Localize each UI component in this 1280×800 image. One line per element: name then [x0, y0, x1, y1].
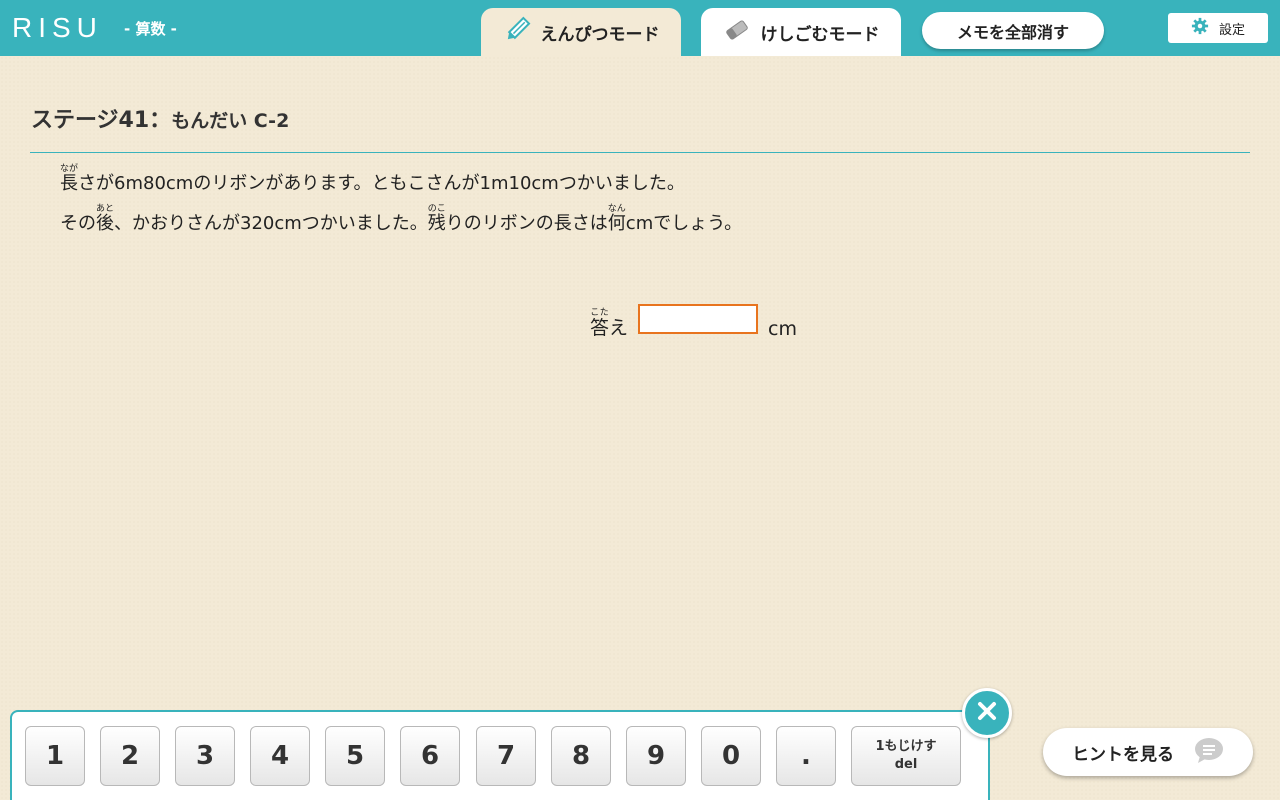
- ruby-nan: 何なん: [607, 204, 626, 234]
- eraser-icon: [723, 16, 751, 49]
- ruby-naga: 長なが: [60, 164, 79, 194]
- number-keypad: 1 2 3 4 5 6 7 8 9 0 . 1もじけす del: [10, 710, 990, 800]
- delete-key-label: 1もじけす: [875, 739, 937, 754]
- subject-label: - 算数 -: [124, 20, 177, 38]
- eraser-mode-tab[interactable]: けしごむモード: [701, 8, 901, 56]
- answer-label: 答こたえ: [590, 308, 629, 339]
- question-line-2-part-1: その: [60, 213, 96, 234]
- pencil-mode-label: えんぴつモード: [540, 24, 660, 45]
- key-0[interactable]: 0: [701, 726, 761, 786]
- answer-input[interactable]: [638, 304, 759, 334]
- delete-key[interactable]: 1もじけす del: [851, 726, 961, 786]
- question-line-2-part-3: りのリボンの長さは: [445, 213, 608, 234]
- hint-button[interactable]: ヒントを見る: [1043, 728, 1253, 776]
- stage-title: ステージ41：もんだい C-2: [31, 102, 289, 134]
- settings-button[interactable]: 設定: [1168, 13, 1268, 43]
- settings-label: 設定: [1218, 22, 1245, 38]
- ruby-ato: 後あと: [96, 204, 115, 234]
- answer-row: 答こたえ cm: [590, 300, 797, 340]
- pencil-icon: [503, 16, 531, 49]
- gear-icon: [1191, 17, 1209, 39]
- hint-label: ヒントを見る: [1072, 744, 1174, 765]
- key-5[interactable]: 5: [325, 726, 385, 786]
- key-3[interactable]: 3: [175, 726, 235, 786]
- delete-key-sub: del: [894, 757, 918, 772]
- question-line-1-text: さが6m80cmのリボンがあります。ともこさんが1m10cmつかいました。: [78, 173, 685, 194]
- answer-unit: cm: [768, 318, 797, 340]
- question-line-1: 長ながさが6m80cmのリボンがあります。ともこさんが1m10cmつかいました。: [60, 164, 1240, 204]
- stage-subtitle: もんだい C-2: [171, 110, 290, 132]
- key-7[interactable]: 7: [476, 726, 536, 786]
- key-6[interactable]: 6: [400, 726, 460, 786]
- eraser-mode-label: けしごむモード: [760, 24, 880, 45]
- title-divider: [30, 152, 1250, 153]
- key-dot[interactable]: .: [776, 726, 836, 786]
- key-9[interactable]: 9: [626, 726, 686, 786]
- key-4[interactable]: 4: [250, 726, 310, 786]
- question-line-2-part-4: cmでしょう。: [625, 213, 743, 234]
- risu-logo: RISU: [12, 12, 103, 43]
- ruby-noko: 残のこ: [427, 204, 446, 234]
- key-2[interactable]: 2: [100, 726, 160, 786]
- top-bar: RISU - 算数 - えんぴつモード けしごむモード メモを全部消す 設定: [0, 0, 1280, 56]
- stage-number: ステージ41：: [31, 108, 172, 133]
- speech-bubble-icon: [1194, 737, 1224, 768]
- question-line-2: その後あと、かおりさんが320cmつかいました。残のこりのリボンの長さは何なんc…: [60, 204, 1240, 244]
- key-8[interactable]: 8: [551, 726, 611, 786]
- question-text: 長ながさが6m80cmのリボンがあります。ともこさんが1m10cmつかいました。…: [60, 164, 1240, 244]
- question-line-2-part-2: 、かおりさんが320cmつかいました。: [114, 213, 428, 234]
- key-1[interactable]: 1: [25, 726, 85, 786]
- clear-memo-button[interactable]: メモを全部消す: [922, 12, 1104, 49]
- pencil-mode-tab[interactable]: えんぴつモード: [481, 8, 681, 56]
- close-icon: [975, 699, 999, 727]
- close-keypad-button[interactable]: [962, 688, 1012, 738]
